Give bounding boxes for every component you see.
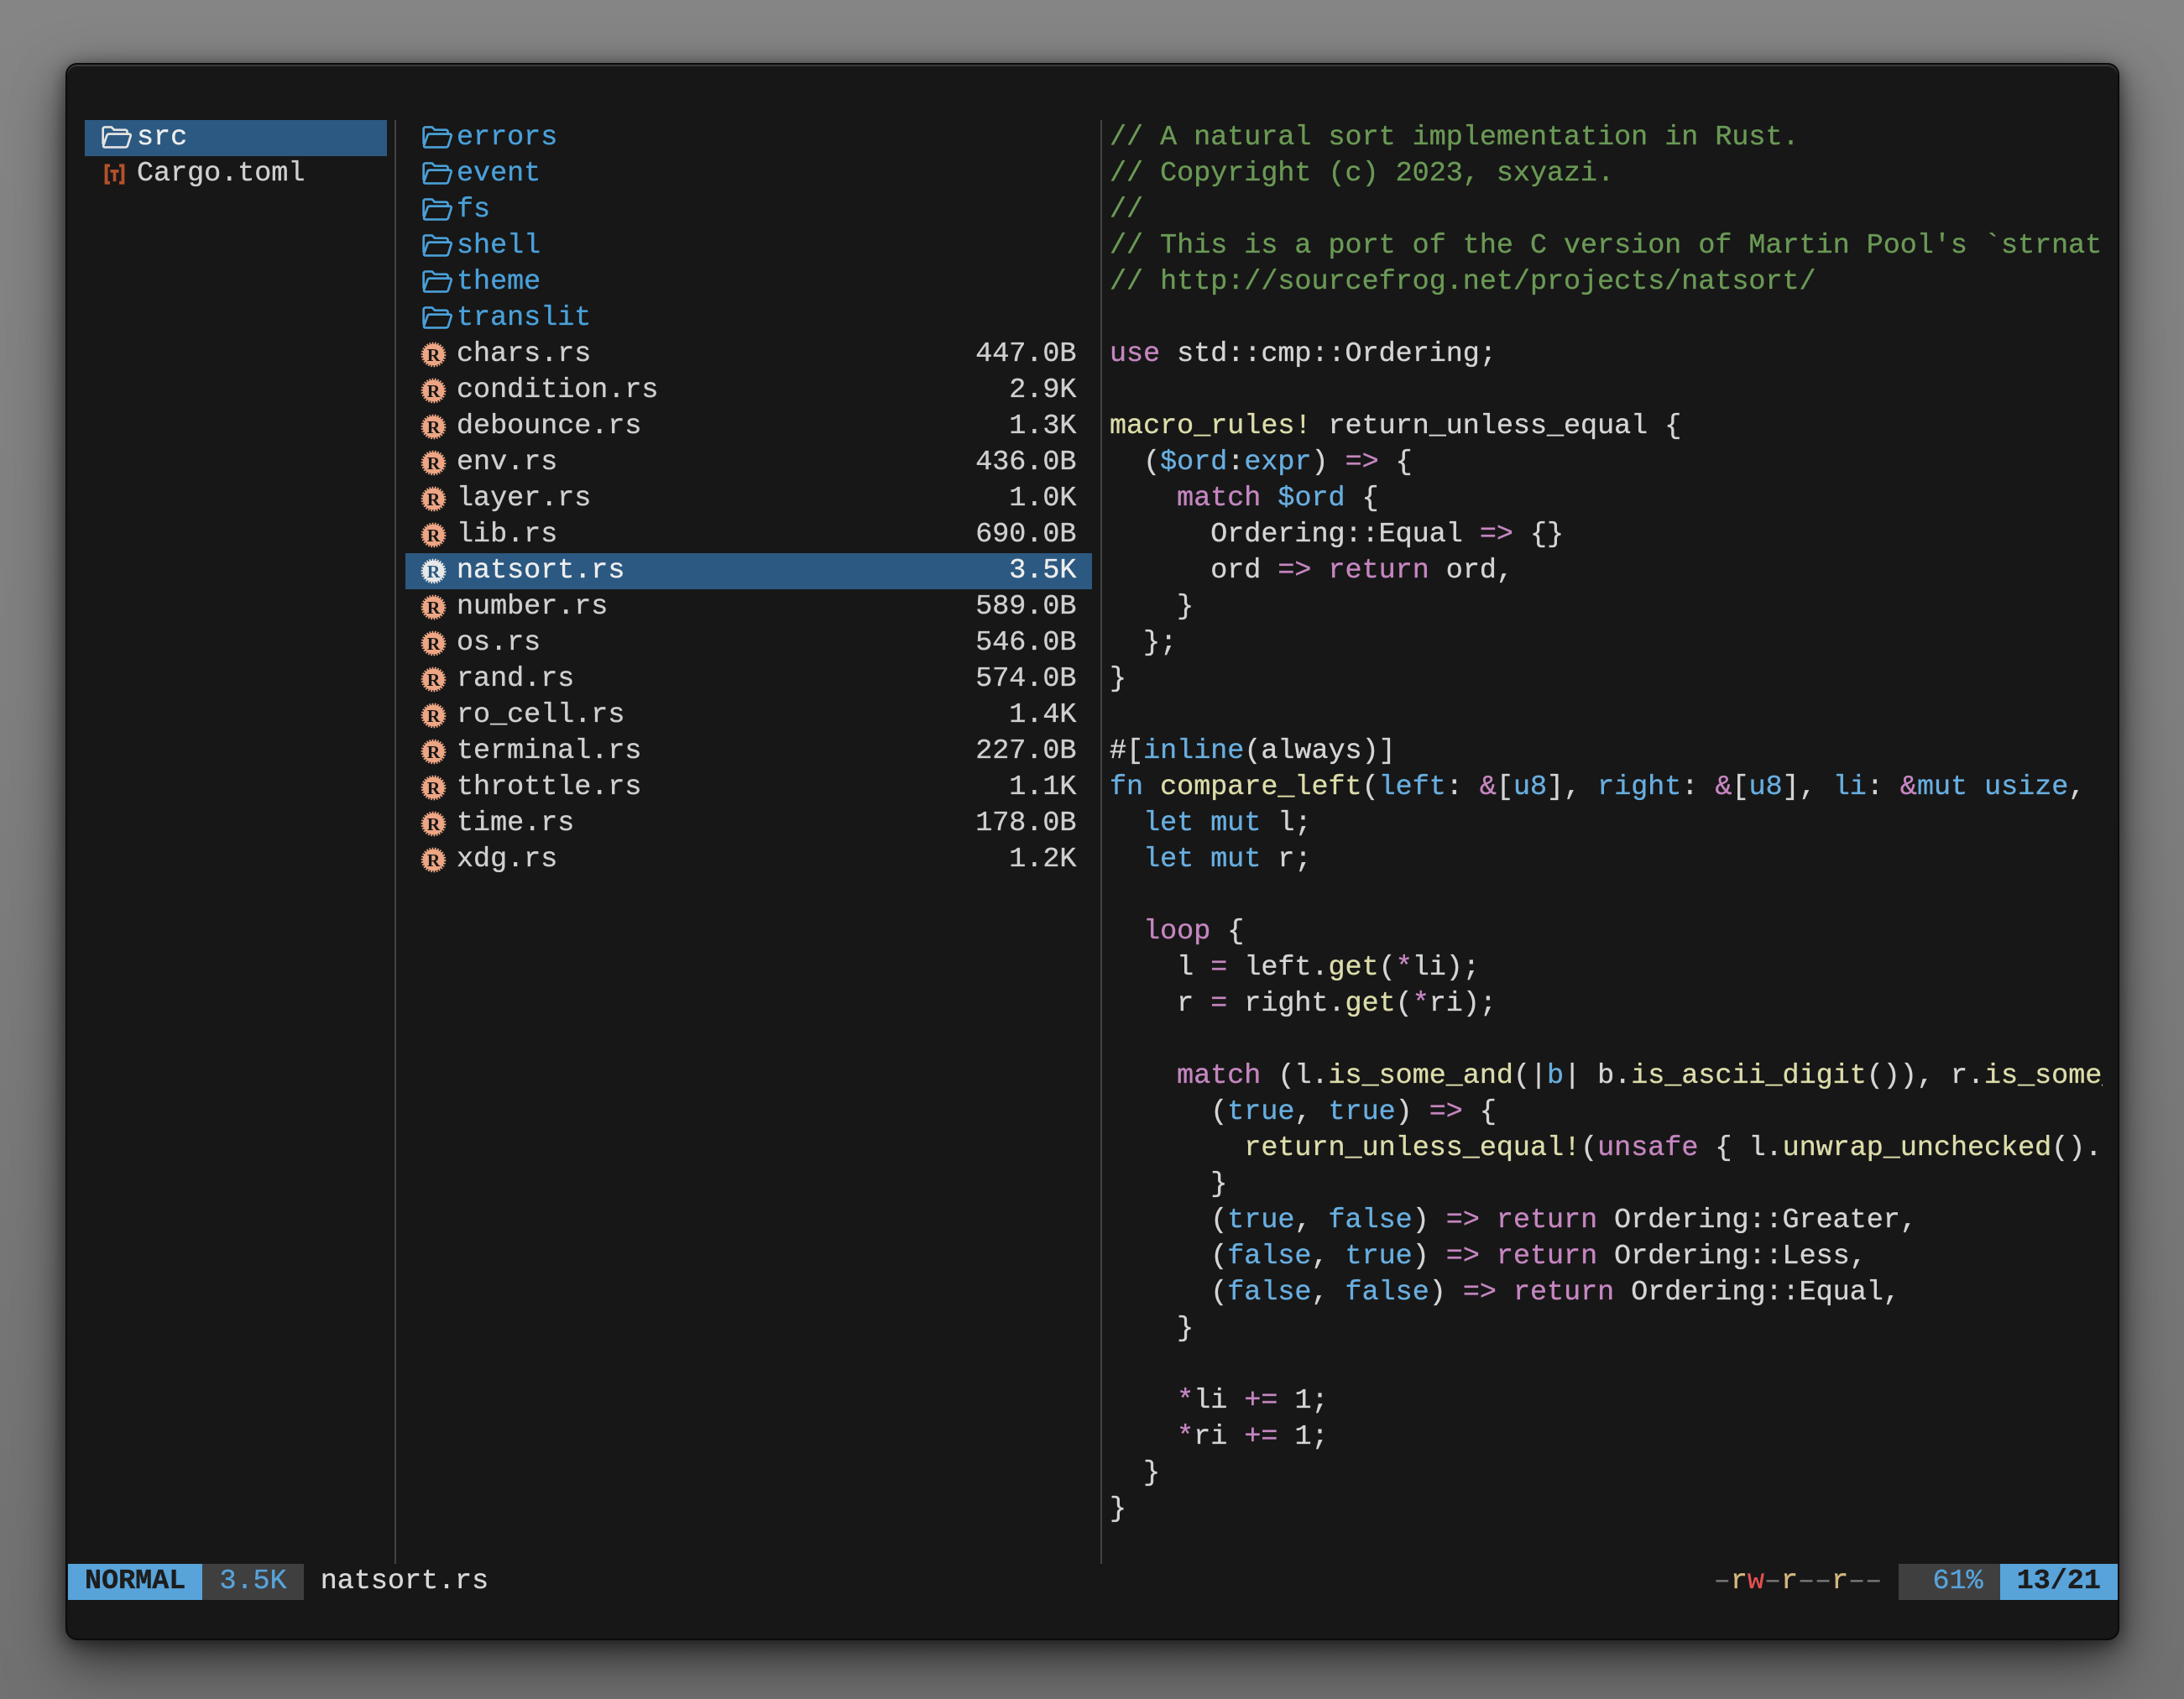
svg-text:R: R xyxy=(427,814,441,834)
svg-text:R: R xyxy=(427,525,441,546)
svg-text:R: R xyxy=(427,489,441,510)
svg-text:R: R xyxy=(427,598,441,618)
svg-text:R: R xyxy=(427,742,441,762)
svg-text:R: R xyxy=(427,778,441,798)
svg-text:R: R xyxy=(427,345,441,365)
svg-text:R: R xyxy=(427,381,441,401)
svg-text:R: R xyxy=(427,562,441,582)
svg-text:R: R xyxy=(427,634,441,654)
svg-text:R: R xyxy=(427,453,441,473)
svg-text:R: R xyxy=(427,706,441,726)
svg-text:R: R xyxy=(427,417,441,437)
svg-text:R: R xyxy=(427,670,441,690)
svg-text:R: R xyxy=(427,850,441,870)
